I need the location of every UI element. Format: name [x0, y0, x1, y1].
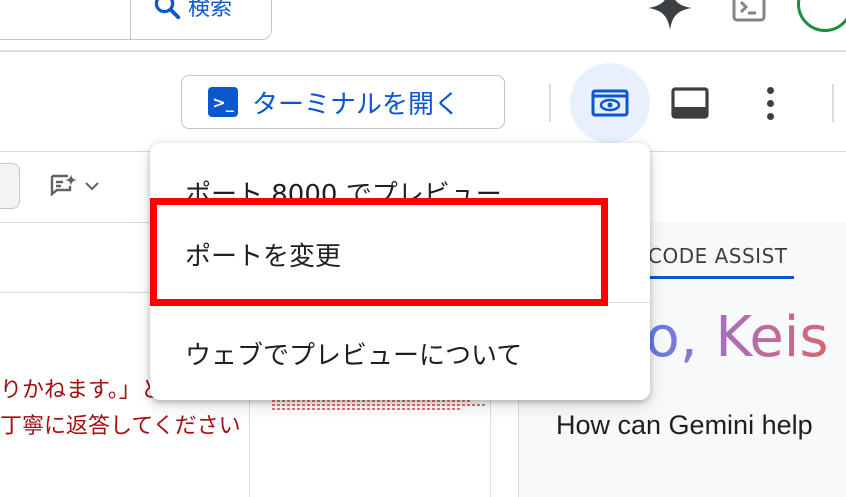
more-options-button[interactable] [750, 82, 790, 124]
code-assist-greeting: lo, Keis [630, 305, 829, 370]
tab-active-indicator [632, 276, 794, 279]
toolbar-divider [832, 84, 834, 122]
search-button-label: 検索 [188, 0, 233, 21]
more-vert-icon [766, 86, 774, 94]
gemini-edit-button[interactable] [48, 172, 108, 200]
gemini-spark-icon[interactable] [646, 0, 694, 30]
panel-toggle-icon [671, 87, 709, 119]
menu-item-about-web-preview[interactable]: ウェブでプレビューについて [185, 335, 522, 372]
panel-toggle-button[interactable] [669, 82, 711, 124]
editor-text-line: 丁寧に返答してください [0, 414, 241, 439]
gemini-edit-icon [50, 174, 77, 197]
more-vert-icon-dot [766, 112, 774, 120]
tab-code-assist[interactable]: CODE ASSIST [648, 244, 787, 268]
search-divider [130, 0, 131, 39]
search-icon [154, 0, 181, 20]
open-terminal-button[interactable]: >_ ターミナルを開く [181, 75, 505, 129]
terminal-icon: >_ [208, 87, 238, 117]
web-preview-icon [591, 89, 629, 117]
open-terminal-label: ターミナルを開く [252, 89, 461, 120]
more-vert-icon-dot [766, 99, 774, 107]
web-preview-button[interactable] [570, 63, 650, 143]
terminal-icon[interactable] [732, 0, 766, 22]
editor-text-line: りかねます。」と [0, 378, 163, 403]
editor-input-field[interactable] [0, 163, 20, 209]
code-assist-prompt: How can Gemini help [556, 410, 813, 440]
chevron-down-icon [85, 182, 99, 191]
highlight-box [150, 198, 608, 306]
code-minimap[interactable] [272, 400, 492, 414]
topbar-divider [0, 50, 846, 52]
toolbar-divider [549, 84, 551, 122]
search-button[interactable]: 検索 [152, 0, 232, 26]
